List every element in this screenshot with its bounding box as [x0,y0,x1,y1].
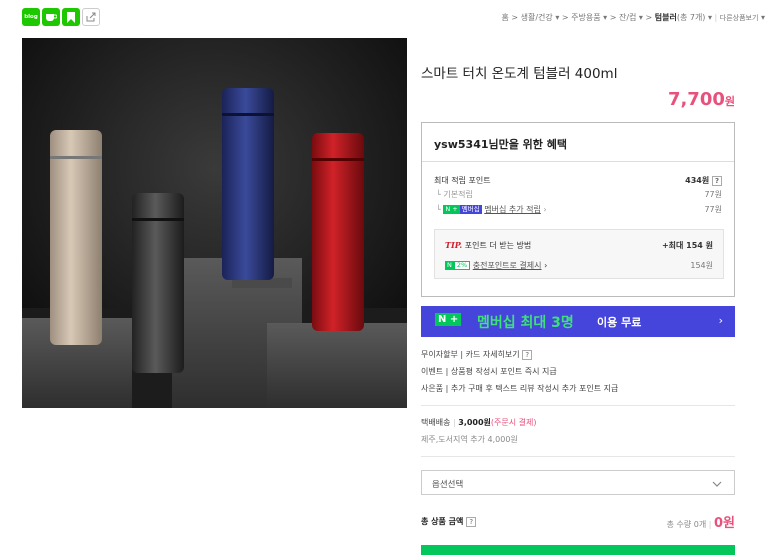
max-points-value: 434원 ? [685,175,722,186]
breadcrumb-cat4[interactable]: 텀블러 [655,13,677,22]
help-icon[interactable]: ? [466,516,477,527]
basic-points-value: 77원 [704,190,722,199]
shipping-line: 택배배송 | 3,000원(주문시 결제) [421,418,537,427]
chevron-right-icon: › [718,314,723,327]
tip-label: 포인트 더 받는 방법 [464,241,532,250]
benefit-title: ysw5341님만을 위한 혜택 [434,138,567,151]
product-price: 7,700원 [668,89,735,110]
banner-suffix: 이용 무료 [597,316,642,329]
gift-info-line: 사은품 | 추가 구매 후 텍스트 리뷰 작성시 추가 포인트 지급 [421,384,619,393]
bookmark-icon[interactable] [62,8,80,26]
banner-text: 멤버십 최대 3명 [477,315,574,331]
max-points-label: 최대 적립 포인트 [434,176,491,185]
charge-points-value: 154원 [690,261,713,270]
naver-pay-badge: N [445,261,454,270]
breadcrumb-cat2[interactable]: 주방용품 [571,13,600,22]
benefit-divider [422,161,734,162]
basic-points-label: 기본적립 [443,190,473,199]
breadcrumb: 홈 > 생활/건강 ▾ > 주방용품 ▾ > 잔/컵 ▾ > 텀블러(총 7개)… [501,13,765,22]
top-bar: blog 홈 > 생활/건강 ▾ > 주방용품 ▾ > 잔/컵 ▾ > 텀블러(… [0,0,773,38]
breadcrumb-sep: > [561,13,569,22]
buy-button[interactable] [421,545,735,555]
total-label-row: 총 상품 금액 ? [421,516,477,527]
price-unit: 원 [724,95,735,108]
breadcrumb-sep: > [645,13,653,22]
breadcrumb-cat3[interactable]: 잔/컵 [619,13,636,22]
benefit-box: ysw5341님만을 위한 혜택 최대 적립 포인트 434원 ? └ 기본적립… [421,122,735,297]
total-quantity: 총 수량 0개 [666,520,707,529]
other-products-link[interactable]: 다른상품보기 [720,14,759,22]
tip-prefix: TIP. [445,240,463,250]
membership-points-link[interactable]: 멤버십 추가 적립 [484,205,541,214]
breadcrumb-cat1[interactable]: 생활/건강 [521,13,553,22]
basic-points-row: └ 기본적립 [436,190,473,199]
option-select-value: 옵션선택 [432,480,464,490]
divider [421,456,735,457]
total-label: 총 상품 금액 [421,517,464,526]
help-icon[interactable]: ? [712,175,722,186]
membership-banner[interactable]: N + 멤버십 최대 3명 이용 무료 › [421,306,735,337]
blog-icon-text: blog [24,14,38,20]
charge-points-link[interactable]: 충전포인트로 결제시 [473,261,542,270]
shipping-note: (주문시 결제) [490,418,537,427]
card-info-text: 무이자할부 | 카드 자세히보기 [421,350,520,359]
breadcrumb-sep: > [609,13,617,22]
shipping-label: 택배배송 [421,418,451,427]
event-info-line: 이벤트 | 상품평 작성시 포인트 즉시 지급 [421,367,557,376]
blog-icon[interactable]: blog [22,8,40,26]
product-title: 스마트 터치 온도계 텀블러 400ml [421,66,618,82]
shipping-extra-fee: 제주,도서지역 추가 4,000원 [421,435,518,444]
tip-max-value: +최대 154 원 [661,241,713,250]
help-icon[interactable]: ? [522,349,533,360]
total-amount: 0원 [713,516,735,531]
total-summary: 총 수량 0개 | 0원 [666,516,735,531]
shipping-price: 3,000원 [458,418,491,427]
charge-row: N 2% 충전포인트로 결제시 › [445,261,548,270]
card-info-line: 무이자할부 | 카드 자세히보기 ? [421,349,533,360]
naver-plus-badge: N + [443,205,460,214]
price-value: 7,700 [667,89,725,110]
naver-plus-icon: N + [435,313,462,326]
divider [421,405,735,406]
membership-badge: 멤버십 [459,205,482,214]
breadcrumb-count: (총 7개) [676,13,706,22]
breadcrumb-home[interactable]: 홈 [501,13,508,22]
chevron-down-icon [712,481,722,487]
tip-row: TIP. 포인트 더 받는 방법 [445,240,531,251]
cafe-icon[interactable] [42,8,60,26]
option-select[interactable]: 옵션선택 [421,470,735,495]
membership-points-row: └ N + 멤버십 멤버십 추가 적립 › [436,205,547,214]
product-image[interactable] [22,38,407,408]
share-icon[interactable] [82,8,100,26]
tip-box: TIP. 포인트 더 받는 방법 +최대 154 원 N 2% 충전포인트로 결제… [434,229,724,279]
charge-rate-badge: 2% [453,261,471,270]
max-points-amount: 434원 [685,176,710,185]
tumbler-photo [22,38,407,408]
breadcrumb-sep: > [511,13,519,22]
membership-points-value: 77원 [704,205,722,214]
